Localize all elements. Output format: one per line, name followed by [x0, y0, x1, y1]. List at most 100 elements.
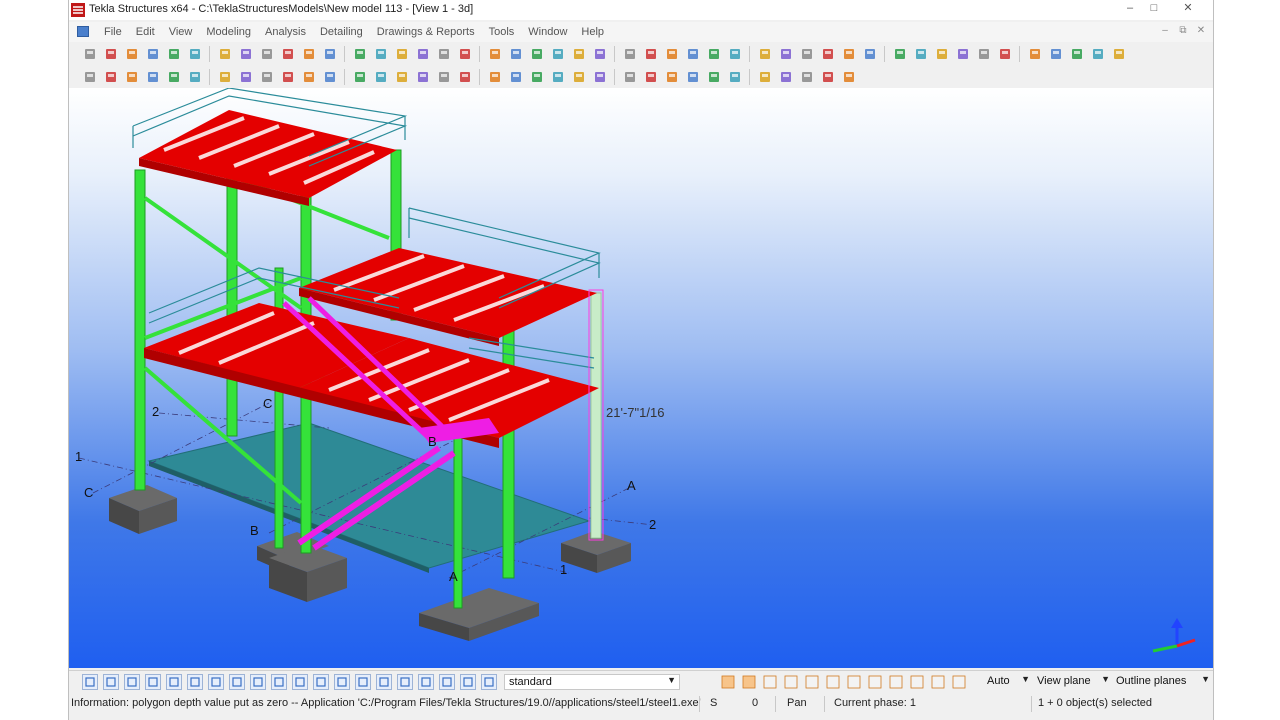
point-target-icon[interactable]: [778, 69, 794, 85]
roof-beams[interactable]: [139, 110, 397, 206]
mdi-close-icon[interactable]: ✕: [1193, 25, 1209, 39]
3d-model-view[interactable]: 21'-7"1/16 2 C 1 C B B A 2 A 1: [69, 88, 1213, 668]
minimize-icon[interactable]: –: [1119, 0, 1141, 16]
depth-select[interactable]: Auto ▼: [983, 674, 1033, 690]
arrow-icon[interactable]: [508, 46, 524, 62]
3d-view-alt-icon[interactable]: [820, 69, 836, 85]
mesh-icon[interactable]: [571, 69, 587, 85]
line-alt-icon[interactable]: [187, 69, 203, 85]
select-rebar-icon[interactable]: [396, 674, 413, 690]
point-tangent-icon[interactable]: [706, 69, 722, 85]
select-all-icon[interactable]: [81, 674, 98, 690]
menu-file[interactable]: File: [97, 26, 129, 38]
line-icon[interactable]: [166, 69, 182, 85]
wrench-icon[interactable]: [1069, 46, 1085, 62]
point-icon[interactable]: [685, 46, 701, 62]
hook-icon[interactable]: [487, 69, 503, 85]
tekla-icon[interactable]: [892, 46, 908, 62]
select-gridlines-icon[interactable]: [186, 674, 203, 690]
select-icon[interactable]: [352, 46, 368, 62]
point-cross-icon[interactable]: [685, 69, 701, 85]
grid-alt-icon[interactable]: [643, 46, 659, 62]
select-last-icon[interactable]: [480, 674, 497, 690]
snap-cross-icon[interactable]: [804, 674, 820, 690]
close-icon[interactable]: ✕: [1177, 0, 1199, 16]
hook-alt-icon[interactable]: [508, 69, 524, 85]
select-surface-icon[interactable]: [123, 674, 140, 690]
query-icon[interactable]: [592, 46, 608, 62]
plane-select[interactable]: View plane ▼: [1033, 674, 1113, 690]
select-component-icon[interactable]: [354, 674, 371, 690]
measure-icon[interactable]: [727, 46, 743, 62]
menu-view[interactable]: View: [162, 26, 200, 38]
cut-line-icon[interactable]: [238, 69, 254, 85]
menu-analysis[interactable]: Analysis: [258, 26, 313, 38]
rotate-icon[interactable]: [799, 46, 815, 62]
outline-planes-select[interactable]: Outline planes ▼: [1112, 674, 1213, 690]
angle-icon[interactable]: [664, 46, 680, 62]
stair-icon[interactable]: [529, 69, 545, 85]
window-alt-icon[interactable]: [322, 46, 338, 62]
select-extra-icon[interactable]: [438, 674, 455, 690]
bolt-alt-icon[interactable]: [394, 69, 410, 85]
mdi-restore-icon[interactable]: ⧉: [1175, 25, 1191, 39]
forward-icon[interactable]: [913, 46, 929, 62]
view-d-icon[interactable]: [1048, 46, 1064, 62]
point-circle-icon[interactable]: [757, 69, 773, 85]
cut-icon[interactable]: [259, 46, 275, 62]
snap-free-icon[interactable]: [909, 674, 925, 690]
grid-icon[interactable]: [622, 46, 638, 62]
split-icon[interactable]: [322, 69, 338, 85]
menu-help[interactable]: Help: [574, 26, 611, 38]
drawing-icon[interactable]: [436, 46, 452, 62]
beam-icon[interactable]: [82, 69, 98, 85]
list-icon[interactable]: [457, 46, 473, 62]
select-assembly-icon[interactable]: [333, 674, 350, 690]
report-icon[interactable]: [415, 46, 431, 62]
select-bolt-icon[interactable]: [249, 674, 266, 690]
highlight-icon[interactable]: [373, 46, 389, 62]
snap-mid-icon[interactable]: [846, 674, 862, 690]
select-point-icon[interactable]: [270, 674, 287, 690]
snap-ortho-icon[interactable]: [930, 674, 946, 690]
clash-icon[interactable]: [841, 46, 857, 62]
model-canvas[interactable]: 21'-7"1/16 2 C 1 C B B A 2 A 1: [69, 88, 1213, 668]
snap-edge-icon[interactable]: [888, 674, 904, 690]
select-cuts-icon[interactable]: [144, 674, 161, 690]
menu-window[interactable]: Window: [521, 26, 574, 38]
settings-icon[interactable]: [1090, 46, 1106, 62]
assembly-icon[interactable]: [415, 69, 431, 85]
model-alt-icon[interactable]: [571, 46, 587, 62]
pad-icon[interactable]: [124, 69, 140, 85]
plate-icon[interactable]: [145, 69, 161, 85]
polygon-cut-icon[interactable]: [259, 69, 275, 85]
snap-line-icon[interactable]: [825, 674, 841, 690]
select-plane-icon[interactable]: [312, 674, 329, 690]
snap-circle-icon[interactable]: [762, 674, 778, 690]
redo-icon[interactable]: [166, 46, 182, 62]
point-plane-icon[interactable]: [643, 69, 659, 85]
menu-detailing[interactable]: Detailing: [313, 26, 370, 38]
template-icon[interactable]: [487, 46, 503, 62]
mdi-minimize-icon[interactable]: –: [1157, 25, 1173, 39]
fitting-icon[interactable]: [301, 69, 317, 85]
arrow-alt-icon[interactable]: [529, 46, 545, 62]
rebar-icon[interactable]: [550, 69, 566, 85]
column-icon[interactable]: [103, 69, 119, 85]
view-c-icon[interactable]: [1027, 46, 1043, 62]
select-view-icon[interactable]: [291, 674, 308, 690]
menu-modeling[interactable]: Modeling: [199, 26, 258, 38]
bolt-icon[interactable]: [373, 69, 389, 85]
select-object-icon[interactable]: [375, 674, 392, 690]
point-line-icon[interactable]: [622, 69, 638, 85]
clipboard-icon[interactable]: [238, 46, 254, 62]
copy-special-icon[interactable]: [757, 46, 773, 62]
undo-icon[interactable]: [145, 46, 161, 62]
move-icon[interactable]: [778, 46, 794, 62]
mirror-icon[interactable]: [820, 46, 836, 62]
dim-tool-icon[interactable]: [841, 69, 857, 85]
layers-icon[interactable]: [394, 46, 410, 62]
view-a-icon[interactable]: [976, 46, 992, 62]
snap-geom-icon[interactable]: [741, 674, 757, 690]
select-parts-icon[interactable]: [102, 674, 119, 690]
